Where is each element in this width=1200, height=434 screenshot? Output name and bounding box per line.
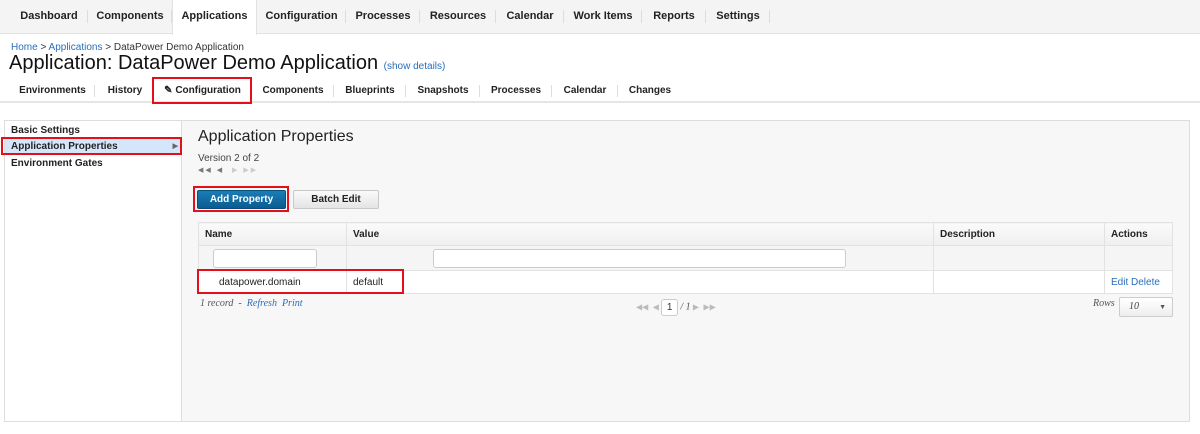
top-tab-dashboard[interactable]: Dashboard xyxy=(10,0,88,34)
show-details-link[interactable]: (show details) xyxy=(384,61,446,72)
batch-edit-button[interactable]: Batch Edit xyxy=(293,190,379,209)
first-version-icon[interactable]: ◀◀ xyxy=(198,167,213,174)
highlight-property-row xyxy=(197,269,404,294)
rows-select[interactable]: 10 ▼ xyxy=(1119,297,1173,317)
top-tab-configuration[interactable]: Configuration xyxy=(257,0,346,34)
page-input[interactable]: 1 xyxy=(661,299,679,316)
sub-tab-processes[interactable]: Processes xyxy=(480,80,552,102)
col-name[interactable]: Name xyxy=(198,222,347,246)
next-page-icon[interactable]: ▶ xyxy=(693,303,699,312)
prev-version-icon[interactable]: ◀ xyxy=(217,167,224,174)
top-tab-components[interactable]: Components xyxy=(88,0,172,34)
record-count: 1 record xyxy=(200,298,234,309)
top-tab-work-items[interactable]: Work Items xyxy=(564,0,642,34)
page-title: Application: DataPower Demo Application … xyxy=(9,52,445,75)
col-value[interactable]: Value xyxy=(346,222,934,246)
top-tab-resources[interactable]: Resources xyxy=(420,0,496,34)
rows-select-value: 10 xyxy=(1129,301,1139,312)
top-tab-processes[interactable]: Processes xyxy=(346,0,420,34)
sidebar-item-environment-gates[interactable]: Environment Gates xyxy=(5,155,181,172)
sub-tab-components[interactable]: Components xyxy=(252,80,334,102)
refresh-link[interactable]: Refresh xyxy=(247,298,277,309)
sub-tab-blueprints[interactable]: Blueprints xyxy=(334,80,406,102)
highlight-configuration-tab xyxy=(152,77,252,104)
rows-label: Rows xyxy=(1093,298,1115,309)
sub-tab-history[interactable]: History xyxy=(95,80,155,102)
col-description[interactable]: Description xyxy=(933,222,1105,246)
highlight-application-properties xyxy=(1,137,182,155)
property-description xyxy=(933,270,1105,294)
prev-page-icon[interactable]: ◀ xyxy=(653,303,659,312)
page-total: / 1 xyxy=(680,301,691,313)
pager: ◀◀ ◀ 1 / 1 ▶ ▶▶ xyxy=(636,299,716,316)
value-filter-input[interactable] xyxy=(433,248,846,268)
chevron-down-icon: ▼ xyxy=(1159,303,1166,311)
version-nav: ◀◀ ◀ ▶ ▶▶ xyxy=(198,166,258,174)
sub-tab-changes[interactable]: Changes xyxy=(618,80,682,102)
sidebar: Basic Settings Application Properties ▶ E… xyxy=(4,120,182,422)
edit-link[interactable]: Edit xyxy=(1111,277,1128,288)
col-actions: Actions xyxy=(1104,222,1173,246)
table-footer: 1 record - Refresh Print xyxy=(200,298,303,309)
property-value: default xyxy=(346,270,934,294)
last-version-icon[interactable]: ▶▶ xyxy=(243,167,258,174)
last-page-icon[interactable]: ▶▶ xyxy=(704,303,716,312)
print-link[interactable]: Print xyxy=(282,298,303,309)
top-tab-settings[interactable]: Settings xyxy=(706,0,770,34)
version-label: Version 2 of 2 xyxy=(198,153,260,164)
section-heading: Application Properties xyxy=(198,128,354,145)
sub-tab-environments[interactable]: Environments xyxy=(10,80,95,102)
delete-link[interactable]: Delete xyxy=(1131,277,1160,288)
first-page-icon[interactable]: ◀◀ xyxy=(636,303,648,312)
top-tab-applications[interactable]: Applications xyxy=(172,0,257,35)
next-version-icon[interactable]: ▶ xyxy=(232,167,239,174)
sub-tab-calendar[interactable]: Calendar xyxy=(552,80,618,102)
name-filter-input[interactable] xyxy=(213,248,317,268)
sub-tab-snapshots[interactable]: Snapshots xyxy=(406,80,480,102)
top-tab-calendar[interactable]: Calendar xyxy=(496,0,564,34)
page-title-text: Application: DataPower Demo Application xyxy=(9,52,379,74)
highlight-add-property xyxy=(193,186,289,212)
top-nav: Dashboard Components Applications Config… xyxy=(0,0,1200,35)
top-tab-reports[interactable]: Reports xyxy=(642,0,706,34)
